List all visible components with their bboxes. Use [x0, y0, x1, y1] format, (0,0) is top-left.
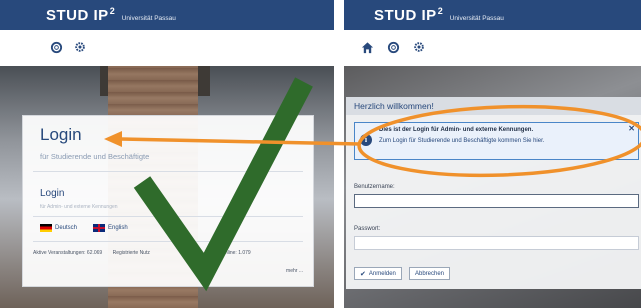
- home-icon[interactable]: [358, 38, 376, 56]
- icon-bar: [0, 30, 334, 66]
- info-text: Dies ist der Login für Admin- und extern…: [379, 127, 534, 133]
- language-label: Deutsch: [55, 225, 78, 231]
- brand-logo[interactable]: STUD IP 2 Universität Passau: [46, 6, 176, 24]
- uk-flag-icon: [93, 224, 105, 232]
- password-input[interactable]: [354, 236, 639, 250]
- settings-gear-icon[interactable]: [410, 38, 428, 56]
- username-input[interactable]: [354, 194, 639, 208]
- divider: [33, 171, 303, 172]
- left-screenshot: STUD IP 2 Universität Passau Login für S…: [0, 0, 334, 308]
- lifebuoy-icon[interactable]: [384, 38, 402, 56]
- cancel-button[interactable]: Abbrechen: [409, 267, 451, 280]
- divider: [33, 216, 303, 217]
- password-label: Passwort:: [354, 226, 381, 232]
- dialog-title: Herzlich willkommen!: [354, 101, 434, 111]
- login-card: Login für Studierende und Beschäftigte L…: [22, 115, 314, 287]
- stat-online: Davon online: 1.079: [206, 250, 251, 256]
- login-subtitle[interactable]: für Studierende und Beschäftigte: [40, 152, 149, 161]
- stat-users: Registrierte Nutz: [112, 250, 150, 256]
- student-login-link[interactable]: Zum Login für Studierende und Beschäftig…: [379, 137, 629, 146]
- divider: [33, 241, 303, 242]
- username-label: Benutzername:: [354, 184, 395, 190]
- admin-login-link[interactable]: Login: [40, 188, 64, 199]
- login-dialog: Herzlich willkommen! i ✕ Dies ist der Lo…: [346, 97, 641, 289]
- login-button[interactable]: ✔ Anmelden: [354, 267, 402, 280]
- de-flag-icon: [40, 224, 52, 232]
- settings-gear-icon[interactable]: [71, 38, 89, 56]
- statistics: Aktive Veranstaltungen: 62.069 Registrie…: [33, 250, 260, 256]
- admin-login-subtitle[interactable]: für Admin- und externe Kennungen: [40, 204, 118, 210]
- brand-logo[interactable]: STUD IP 2 Universität Passau: [374, 6, 504, 24]
- stat-courses: Aktive Veranstaltungen: 62.069: [33, 250, 103, 256]
- header-bar: STUD IP 2 Universität Passau: [344, 0, 641, 30]
- language-english[interactable]: English: [93, 224, 128, 232]
- login-button-label: Anmelden: [368, 270, 396, 277]
- login-title[interactable]: Login: [40, 125, 82, 145]
- brand-university: Universität Passau: [121, 15, 176, 22]
- brand-name: STUD IP: [374, 7, 437, 24]
- checkmark-icon: ✔: [360, 270, 366, 278]
- brand-name: STUD IP: [46, 7, 109, 24]
- brand-version: 2: [437, 6, 443, 16]
- lifebuoy-icon[interactable]: [47, 38, 65, 56]
- language-german[interactable]: Deutsch: [40, 224, 77, 232]
- icon-bar: [344, 30, 641, 66]
- info-icon: i: [360, 134, 372, 146]
- cancel-button-label: Abbrechen: [415, 270, 445, 277]
- dialog-header: Herzlich willkommen!: [346, 97, 641, 115]
- info-message: i ✕ Dies ist der Login für Admin- und ex…: [354, 122, 639, 160]
- brand-university: Universität Passau: [449, 15, 504, 22]
- header-bar: STUD IP 2 Universität Passau: [0, 0, 334, 30]
- brand-version: 2: [109, 6, 115, 16]
- more-link[interactable]: mehr ...: [286, 268, 303, 274]
- close-icon[interactable]: ✕: [628, 124, 635, 133]
- right-screenshot: STUD IP 2 Universität Passau Herzlich wi…: [344, 0, 641, 308]
- language-label: English: [108, 225, 128, 231]
